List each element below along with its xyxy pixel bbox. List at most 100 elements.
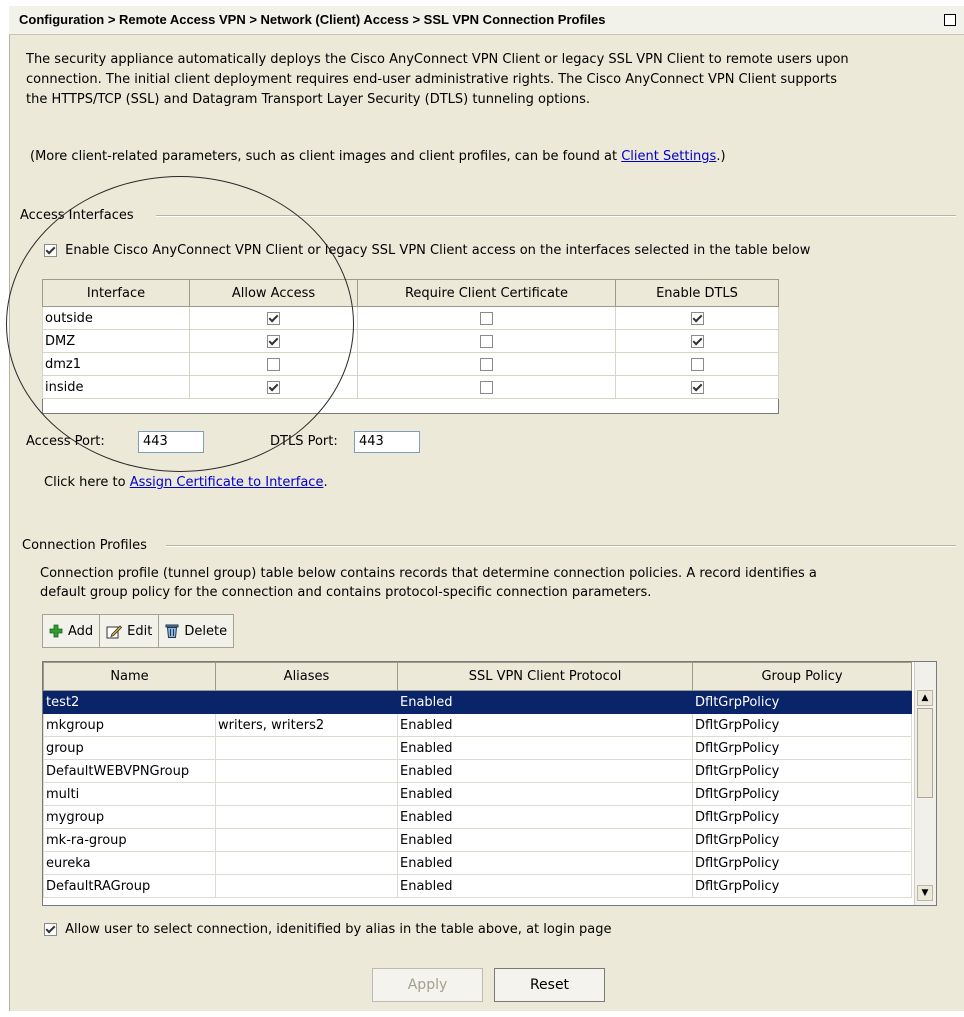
profile-protocol: Enabled [397,736,693,760]
profile-protocol: Enabled [397,805,693,829]
profiles-toolbar: Add Edit Delete [42,614,235,648]
breadcrumb: Configuration > Remote Access VPN > Netw… [19,12,606,27]
title-bar: Configuration > Remote Access VPN > Netw… [9,6,964,35]
connection-profiles-group-label: Connection Profiles [22,538,147,553]
col-ssl-vpn-client-protocol[interactable]: SSL VPN Client Protocol [397,662,693,691]
profile-name: multi [43,782,216,806]
profile-group-policy: DfltGrpPolicy [692,736,912,760]
plus-icon [49,624,63,638]
client-settings-link[interactable]: Client Settings [621,149,716,164]
access-port-label: Access Port: [26,434,105,449]
scroll-thumb[interactable] [917,708,933,798]
profile-row[interactable]: eureka Enabled DfltGrpPolicy [43,851,912,875]
profile-name: test2 [43,690,216,714]
profile-group-policy: DfltGrpPolicy [692,805,912,829]
profile-name: group [43,736,216,760]
profile-group-policy: DfltGrpPolicy [692,828,912,852]
group-divider [156,215,956,217]
reset-button[interactable]: Reset [494,968,605,1002]
delete-button[interactable]: Delete [159,615,233,647]
profile-row[interactable]: group Enabled DfltGrpPolicy [43,736,912,760]
access-port-input[interactable]: 443 [138,431,204,453]
assign-certificate-note: Click here to Assign Certificate to Inte… [44,475,328,490]
profile-aliases [215,782,398,806]
enable-access-label: Enable Cisco AnyConnect VPN Client or le… [65,243,811,258]
profiles-table: Name Aliases SSL VPN Client Protocol Gro… [43,662,912,898]
profiles-table-container: Name Aliases SSL VPN Client Protocol Gro… [42,661,937,906]
interface-row[interactable]: dmz1 [42,352,779,376]
intro-line-2: connection. The initial client deploymen… [26,72,838,87]
interface-row[interactable]: inside [42,375,779,399]
require-certificate-checkbox[interactable] [480,357,493,371]
interfaces-table-header: Interface Allow Access Require Client Ce… [42,279,779,307]
dtls-port-label: DTLS Port: [270,434,338,449]
profile-row[interactable]: DefaultRAGroup Enabled DfltGrpPolicy [43,874,912,898]
profile-aliases [215,874,398,898]
enable-access-row: Enable Cisco AnyConnect VPN Client or le… [44,241,810,260]
connection-profiles-desc-2: default group policy for the connection … [40,585,652,600]
profile-group-policy: DfltGrpPolicy [692,874,912,898]
enable-dtls-checkbox[interactable] [690,357,704,371]
profiles-scrollbar[interactable]: ▲ ▼ [914,662,936,905]
add-button[interactable]: Add [43,615,101,647]
profile-row[interactable]: mkgroup writers, writers2 Enabled DfltGrpPo… [43,713,912,737]
group-divider [166,545,956,547]
enable-access-checkbox[interactable] [44,244,57,257]
profile-protocol: Enabled [397,828,693,852]
allow-access-checkbox[interactable] [267,334,280,348]
apply-button[interactable]: Apply [372,968,483,1002]
interface-row[interactable]: DMZ [42,329,779,353]
connection-profiles-desc-1: Connection profile (tunnel group) table … [40,566,817,581]
profile-name: mkgroup [43,713,216,737]
enable-dtls-checkbox[interactable] [690,311,704,325]
profile-row[interactable]: test2 Enabled DfltGrpPolicy [43,690,912,714]
dtls-port-input[interactable]: 443 [354,431,420,453]
allow-access-checkbox[interactable] [267,380,280,394]
profile-row[interactable]: mygroup Enabled DfltGrpPolicy [43,805,912,829]
profiles-table-header: Name Aliases SSL VPN Client Protocol Gro… [43,662,912,691]
scroll-up-icon[interactable]: ▲ [917,690,933,706]
enable-dtls-checkbox[interactable] [690,380,704,394]
profile-name: mygroup [43,805,216,829]
col-enable-dtls[interactable]: Enable DTLS [615,279,779,307]
edit-button[interactable]: Edit [100,615,160,647]
profile-row[interactable]: DefaultWEBVPNGroup Enabled DfltGrpPolicy [43,759,912,783]
profile-aliases [215,690,398,714]
profile-row[interactable]: multi Enabled DfltGrpPolicy [43,782,912,806]
require-certificate-checkbox[interactable] [480,334,493,348]
allow-access-checkbox[interactable] [267,357,280,371]
profile-group-policy: DfltGrpPolicy [692,690,912,714]
profile-name: DefaultWEBVPNGroup [43,759,216,783]
interface-name: DMZ [42,329,190,353]
profile-group-policy: DfltGrpPolicy [692,782,912,806]
profile-name: DefaultRAGroup [43,874,216,898]
enable-dtls-checkbox[interactable] [690,334,704,348]
col-name[interactable]: Name [43,662,216,691]
require-certificate-checkbox[interactable] [480,380,493,394]
interface-row[interactable]: outside [42,306,779,330]
profile-name: mk-ra-group [43,828,216,852]
profile-group-policy: DfltGrpPolicy [692,759,912,783]
col-allow-access[interactable]: Allow Access [189,279,358,307]
profile-row[interactable]: mk-ra-group Enabled DfltGrpPolicy [43,828,912,852]
intro-line-1: The security appliance automatically dep… [26,52,849,67]
require-certificate-checkbox[interactable] [480,311,493,325]
col-group-policy[interactable]: Group Policy [692,662,912,691]
assign-certificate-link[interactable]: Assign Certificate to Interface [130,475,324,490]
profile-protocol: Enabled [397,782,693,806]
profile-aliases [215,805,398,829]
profile-protocol: Enabled [397,851,693,875]
interface-name: outside [42,306,190,330]
col-require-client-certificate[interactable]: Require Client Certificate [357,279,616,307]
interface-name: dmz1 [42,352,190,376]
scroll-down-icon[interactable]: ▼ [917,885,933,901]
col-aliases[interactable]: Aliases [215,662,398,691]
allow-select-checkbox[interactable] [44,923,57,936]
maximize-icon[interactable] [944,14,956,26]
profile-aliases [215,851,398,875]
profile-aliases [215,736,398,760]
allow-access-checkbox[interactable] [267,311,280,325]
col-interface[interactable]: Interface [42,279,190,307]
profile-name: eureka [43,851,216,875]
interfaces-table: Interface Allow Access Require Client Ce… [42,279,779,414]
